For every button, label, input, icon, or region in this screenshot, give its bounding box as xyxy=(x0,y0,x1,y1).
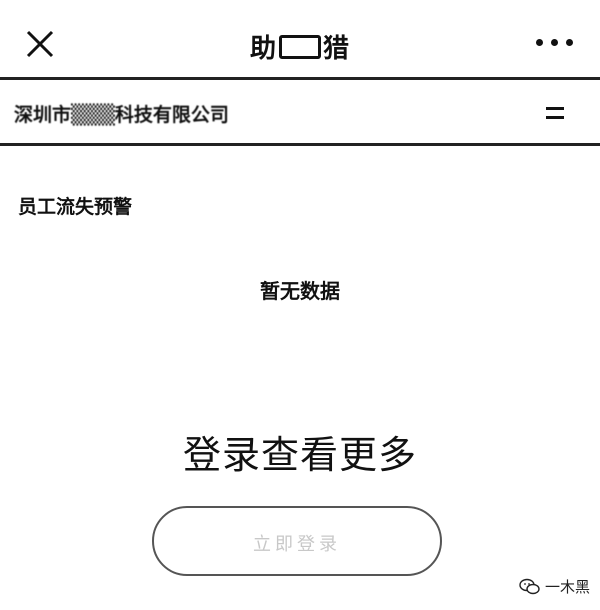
more-dots-icon xyxy=(536,39,543,46)
title-bar: 助猎 xyxy=(0,0,600,80)
more-dots-icon xyxy=(566,39,573,46)
page-title: 助猎 xyxy=(0,28,600,65)
company-bar: 深圳市▒▒▒科技有限公司 xyxy=(0,80,600,146)
watermark-text: 一木黑 xyxy=(544,578,590,596)
title-left: 助 xyxy=(249,34,277,64)
login-button-label: 立即登录 xyxy=(253,534,341,555)
menu-icon[interactable] xyxy=(546,104,564,122)
company-name: 深圳市▒▒▒科技有限公司 xyxy=(14,104,229,126)
watermark: 一木黑 xyxy=(519,576,590,597)
redacted-block xyxy=(279,34,321,59)
login-heading: 登录查看更多 xyxy=(182,433,417,477)
wechat-icon xyxy=(519,578,540,594)
login-button[interactable]: 立即登录 xyxy=(152,506,442,576)
more-dots-icon xyxy=(551,39,558,46)
section-title: 员工流失预警 xyxy=(18,196,133,218)
title-right: 猎 xyxy=(323,34,351,64)
more-button[interactable] xyxy=(536,36,574,48)
empty-state-text: 暂无数据 xyxy=(260,279,340,303)
